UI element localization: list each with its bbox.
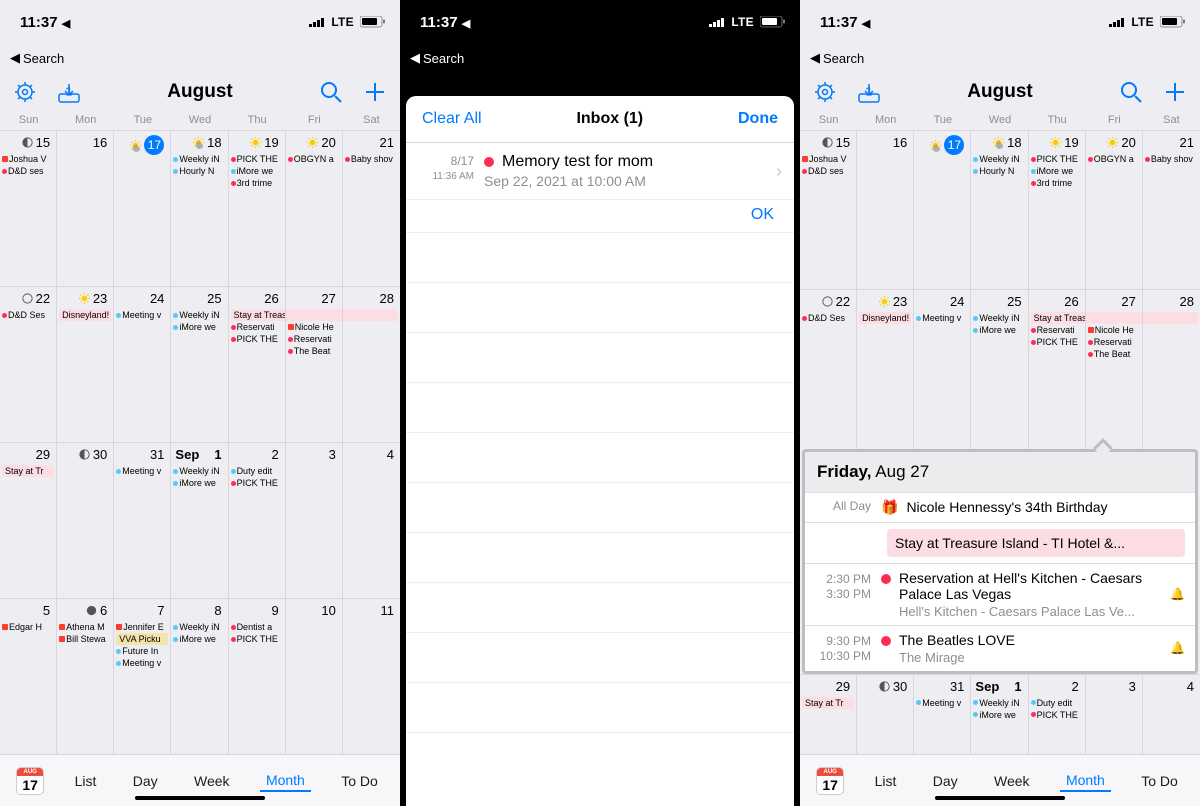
battery-icon bbox=[360, 16, 386, 28]
search-icon[interactable] bbox=[318, 79, 344, 105]
bell-icon: 🔔 bbox=[1170, 641, 1185, 655]
screen-calendar-daypopover: 11:37 ◀ LTE ◀ Search 1 August SunMonTueW… bbox=[800, 0, 1200, 806]
inbox-title: Inbox (1) bbox=[576, 110, 643, 128]
month-title: August bbox=[167, 81, 232, 103]
tab-todo[interactable]: To Do bbox=[335, 771, 384, 791]
chevron-right-icon: › bbox=[776, 161, 782, 182]
done-button[interactable]: Done bbox=[738, 110, 778, 128]
tab-todo[interactable]: To Do bbox=[1135, 771, 1184, 791]
list-item[interactable]: 9:30 PM10:30 PM The Beatles LOVEThe Mira… bbox=[805, 625, 1195, 671]
status-bar: 11:37 ◀ LTE bbox=[400, 0, 800, 44]
tab-month[interactable]: Month bbox=[1060, 770, 1111, 792]
tab-week[interactable]: Week bbox=[188, 771, 236, 791]
tab-day[interactable]: Day bbox=[127, 771, 164, 791]
month-grid-small[interactable]: 15 Joshua V D&D ses 16 17 18 Weekly iN H… bbox=[800, 130, 1200, 754]
screen-calendar-month: 11:37 ◀ LTE ◀ Search 1 August SunMonTueW… bbox=[0, 0, 400, 806]
tab-day[interactable]: Day bbox=[927, 771, 964, 791]
inbox-icon[interactable]: 1 bbox=[56, 79, 82, 105]
gift-icon: 🎁 bbox=[881, 499, 898, 516]
list-item[interactable]: All Day 🎁Nicole Hennessy's 34th Birthday bbox=[805, 492, 1195, 522]
calendar-toolbar: 1 August bbox=[0, 72, 400, 112]
clear-all-button[interactable]: Clear All bbox=[422, 110, 482, 128]
ok-button[interactable]: OK bbox=[406, 200, 794, 233]
list-item[interactable]: Stay at Treasure Island - TI Hotel &... bbox=[805, 522, 1195, 563]
back-search[interactable]: ◀ Search bbox=[0, 44, 400, 72]
status-bar: 11:37 ◀ LTE bbox=[800, 0, 1200, 44]
back-search[interactable]: ◀ Search bbox=[400, 44, 800, 72]
day-popover: Friday, Aug 27 All Day 🎁Nicole Hennessy'… bbox=[802, 449, 1198, 674]
battery-icon bbox=[760, 16, 786, 28]
back-search[interactable]: ◀ Search bbox=[800, 44, 1200, 72]
search-icon[interactable] bbox=[1118, 79, 1144, 105]
home-indicator[interactable] bbox=[535, 796, 665, 800]
today-icon[interactable]: AUG17 bbox=[16, 767, 44, 795]
month-title: August bbox=[967, 81, 1032, 103]
month-grid[interactable]: 15 Joshua V D&D ses 16 17 18 Weekly iN H… bbox=[0, 130, 400, 754]
home-indicator[interactable] bbox=[935, 796, 1065, 800]
tab-month[interactable]: Month bbox=[260, 770, 311, 792]
inbox-item[interactable]: 8/1711:36 AM Memory test for mom Sep 22,… bbox=[406, 143, 794, 200]
signal-icon bbox=[709, 17, 725, 28]
weekday-header: SunMonTueWedThuFriSat bbox=[0, 112, 400, 130]
bell-icon: 🔔 bbox=[1170, 587, 1185, 601]
inbox-icon[interactable]: 1 bbox=[856, 79, 882, 105]
home-indicator[interactable] bbox=[135, 796, 265, 800]
tab-list[interactable]: List bbox=[69, 771, 103, 791]
tab-list[interactable]: List bbox=[869, 771, 903, 791]
calendar-toolbar: 1 August bbox=[800, 72, 1200, 112]
list-item[interactable]: 2:30 PM3:30 PM Reservation at Hell's Kit… bbox=[805, 563, 1195, 625]
weekday-header: SunMonTueWedThuFriSat bbox=[800, 112, 1200, 130]
battery-icon bbox=[1160, 16, 1186, 28]
status-bar: 11:37 ◀ LTE bbox=[0, 0, 400, 44]
popover-header: Friday, Aug 27 bbox=[805, 452, 1195, 492]
today-icon[interactable]: AUG17 bbox=[816, 767, 844, 795]
inbox-sheet: Clear All Inbox (1) Done 8/1711:36 AM Me… bbox=[406, 96, 794, 806]
gear-icon[interactable] bbox=[12, 79, 38, 105]
tab-week[interactable]: Week bbox=[988, 771, 1036, 791]
plus-icon[interactable] bbox=[362, 79, 388, 105]
screen-inbox: 11:37 ◀ LTE ◀ Search Clear All Inbox (1)… bbox=[400, 0, 800, 806]
gear-icon[interactable] bbox=[812, 79, 838, 105]
plus-icon[interactable] bbox=[1162, 79, 1188, 105]
signal-icon bbox=[1109, 17, 1125, 28]
signal-icon bbox=[309, 17, 325, 28]
